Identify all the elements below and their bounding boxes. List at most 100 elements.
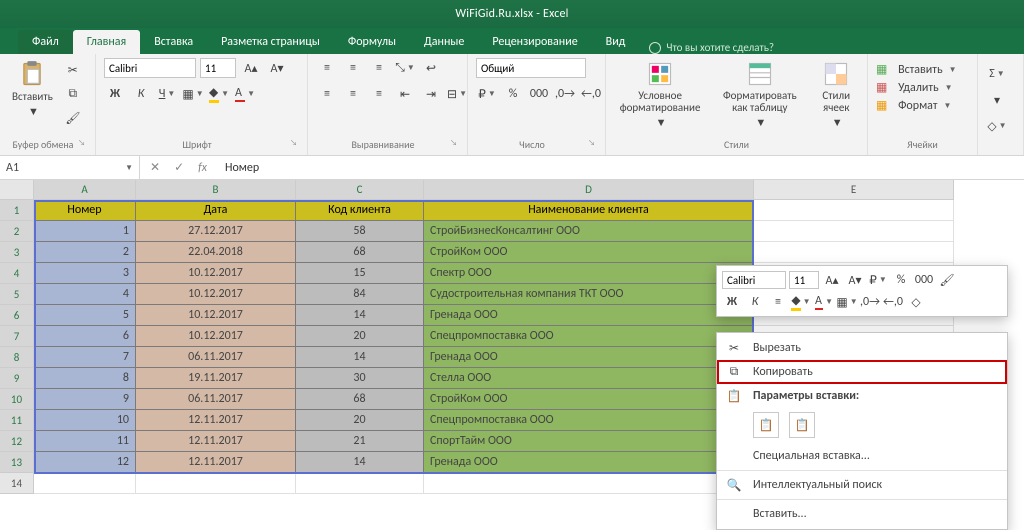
increase-font-icon[interactable]: A▴ (240, 58, 262, 78)
orientation-icon[interactable]: ⤡▼ (394, 58, 416, 78)
row-header-12[interactable]: 12 (0, 431, 34, 452)
mini-border-icon[interactable]: ▦▼ (837, 293, 857, 311)
cell-code[interactable]: 68 (296, 242, 424, 263)
header-code[interactable]: Код клиента (296, 200, 424, 221)
mini-fill-icon[interactable]: ◆▼ (791, 293, 811, 311)
header-date[interactable]: Дата (136, 200, 296, 221)
mini-inc-font-icon[interactable]: A▴ (822, 271, 842, 289)
cell-date[interactable]: 12.11.2017 (136, 452, 296, 473)
mini-dec-decimal-icon[interactable]: ←,0 (883, 293, 903, 311)
align-left-icon[interactable]: ≡ (316, 84, 338, 104)
cell-num[interactable]: 1 (34, 221, 136, 242)
row-header-14[interactable]: 14 (0, 473, 34, 494)
fx-icon[interactable]: fx (198, 161, 207, 175)
cell-e[interactable] (754, 242, 954, 263)
bold-button[interactable]: Ж (104, 84, 126, 104)
cell-num[interactable]: 4 (34, 284, 136, 305)
cell-name[interactable]: Судостроительная компания ТКТ ООО (424, 284, 754, 305)
decrease-font-icon[interactable]: A▾ (266, 58, 288, 78)
cell-num[interactable]: 12 (34, 452, 136, 473)
cell-num[interactable]: 11 (34, 431, 136, 452)
tab-data[interactable]: Данные (410, 30, 478, 54)
name-box[interactable]: A1▼ (0, 156, 140, 179)
cell-code[interactable]: 68 (296, 389, 424, 410)
tab-review[interactable]: Рецензирование (478, 30, 591, 54)
cell-num[interactable]: 10 (34, 410, 136, 431)
cell-name[interactable]: Гренада ООО (424, 347, 754, 368)
ctx-cut[interactable]: ✂ Вырезать (717, 336, 1007, 360)
cell-code[interactable]: 58 (296, 221, 424, 242)
align-center-icon[interactable]: ≡ (342, 84, 364, 104)
indent-dec-icon[interactable]: ⇤ (394, 84, 416, 104)
mini-font-combo[interactable] (722, 271, 786, 289)
clear-icon[interactable]: ◇▼ (986, 116, 1008, 136)
cell-code[interactable]: 21 (296, 431, 424, 452)
merge-center-icon[interactable]: ⊟▼ (446, 84, 468, 104)
align-right-icon[interactable]: ≡ (368, 84, 390, 104)
mini-currency-icon[interactable]: ₽▼ (868, 271, 888, 289)
cell-name[interactable]: Стелла ООО (424, 368, 754, 389)
tell-me[interactable]: Что вы хотите сделать? (649, 41, 774, 54)
cell-name[interactable]: Спецпромпоставка ООО (424, 326, 754, 347)
cell-code[interactable]: 30 (296, 368, 424, 389)
tab-home[interactable]: Главная (73, 30, 140, 54)
cell-name[interactable]: Спектр ООО (424, 263, 754, 284)
font-size-combo[interactable] (200, 58, 236, 78)
cell-code[interactable]: 14 (296, 452, 424, 473)
header-num[interactable]: Номер (34, 200, 136, 221)
cell-date[interactable]: 10.12.2017 (136, 284, 296, 305)
italic-button[interactable]: К (130, 84, 152, 104)
cell-name[interactable]: СпортТайм ООО (424, 431, 754, 452)
cell-date[interactable]: 22.04.2018 (136, 242, 296, 263)
cell-date[interactable]: 10.12.2017 (136, 326, 296, 347)
row-header-7[interactable]: 7 (0, 326, 34, 347)
ctx-paste-special[interactable]: Специальная вставка... (717, 444, 1007, 468)
cell-num[interactable]: 5 (34, 305, 136, 326)
comma-icon[interactable]: 000 (528, 84, 550, 104)
cell-styles-button[interactable]: Стили ячеек▼ (813, 58, 859, 131)
format-painter-icon[interactable]: 🖌 (63, 108, 83, 128)
percent-icon[interactable]: % (502, 84, 524, 104)
cell-num[interactable]: 6 (34, 326, 136, 347)
tab-formulas[interactable]: Формулы (334, 30, 410, 54)
row-header-3[interactable]: 3 (0, 242, 34, 263)
insert-cells-button[interactable]: ▦ Вставить▼ (876, 62, 957, 77)
cancel-icon[interactable]: ✕ (150, 160, 160, 175)
row-header-8[interactable]: 8 (0, 347, 34, 368)
tab-layout[interactable]: Разметка страницы (207, 30, 334, 54)
cell-name[interactable]: Гренада ООО (424, 305, 754, 326)
format-as-table-button[interactable]: Форматировать как таблицу▼ (712, 58, 807, 131)
cell-code[interactable]: 14 (296, 305, 424, 326)
indent-inc-icon[interactable]: ⇥ (420, 84, 442, 104)
header-name[interactable]: Наименование клиента (424, 200, 754, 221)
row-header-2[interactable]: 2 (0, 221, 34, 242)
cell-empty[interactable] (34, 473, 136, 494)
cell-name[interactable]: СтройКом ООО (424, 389, 754, 410)
row-header-1[interactable]: 1 (0, 200, 34, 221)
cell-empty[interactable] (424, 473, 754, 494)
mini-format-painter-icon[interactable]: 🖌 (937, 271, 957, 289)
cell-date[interactable]: 10.12.2017 (136, 305, 296, 326)
dec-decimal-icon[interactable]: ←,0 (580, 84, 602, 104)
mini-size-combo[interactable] (789, 271, 819, 289)
dialog-launcher-icon[interactable]: ↘ (588, 138, 595, 148)
format-cells-button[interactable]: ▦ Формат▼ (876, 98, 951, 113)
row-header-6[interactable]: 6 (0, 305, 34, 326)
mini-bold-button[interactable]: Ж (722, 293, 742, 311)
mini-percent-icon[interactable]: % (891, 271, 911, 289)
paste-option-values[interactable]: 📋 (789, 412, 815, 438)
align-top-icon[interactable]: ≡ (316, 58, 338, 78)
cell-code[interactable]: 20 (296, 410, 424, 431)
cell-name[interactable]: Гренада ООО (424, 452, 754, 473)
mini-dec-font-icon[interactable]: A▾ (845, 271, 865, 289)
row-header-11[interactable]: 11 (0, 410, 34, 431)
cell-num[interactable]: 3 (34, 263, 136, 284)
fill-icon[interactable]: ▾ (986, 90, 1008, 110)
tab-file[interactable]: Файл (18, 30, 73, 54)
mini-font-color-icon[interactable]: A▼ (814, 293, 834, 311)
align-middle-icon[interactable]: ≡ (342, 58, 364, 78)
row-header-5[interactable]: 5 (0, 284, 34, 305)
cell-date[interactable]: 12.11.2017 (136, 410, 296, 431)
cell-date[interactable]: 10.12.2017 (136, 263, 296, 284)
delete-cells-button[interactable]: ▦ Удалить▼ (876, 80, 953, 95)
